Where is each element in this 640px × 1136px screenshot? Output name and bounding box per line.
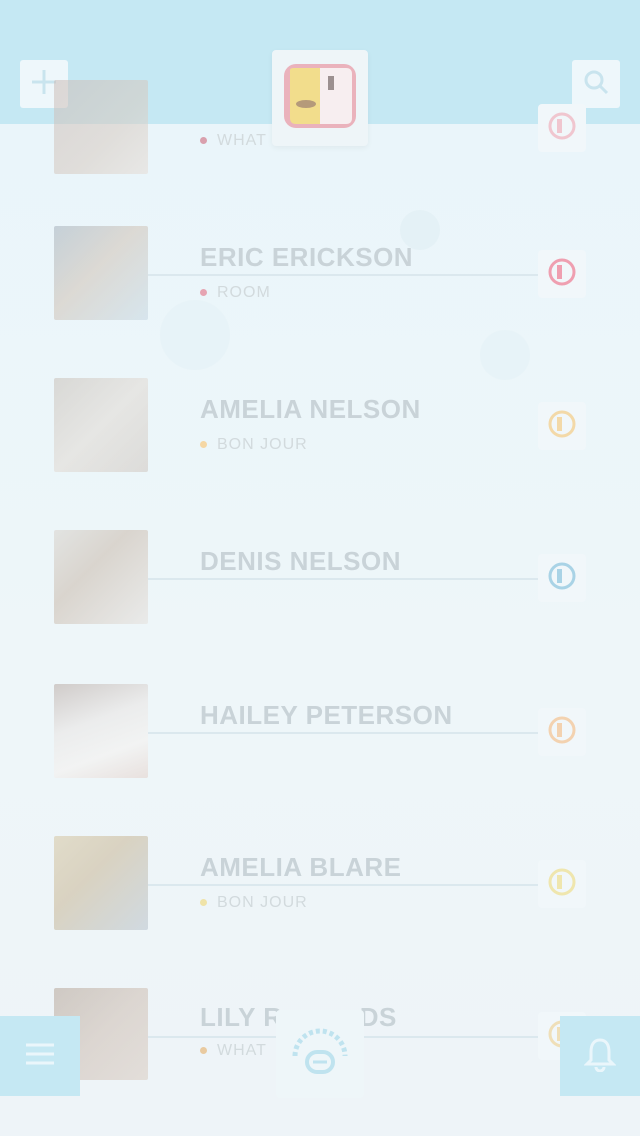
avatar	[54, 684, 148, 778]
status-dot	[200, 441, 207, 449]
hamburger-menu-icon	[24, 1040, 56, 1073]
avatar	[54, 80, 148, 174]
call-button[interactable]	[538, 554, 586, 602]
app-logo[interactable]	[272, 50, 368, 146]
avatar	[54, 530, 148, 624]
notifications-button[interactable]	[560, 1016, 640, 1096]
call-button[interactable]	[538, 402, 586, 450]
avatar	[54, 836, 148, 930]
contact-name: HAILEY PETERSON	[200, 700, 453, 730]
center-action-button[interactable]	[276, 1010, 364, 1098]
contact-name: AMELIA NELSON	[200, 394, 421, 424]
contact-row[interactable]: HAILEY PETERSON	[0, 684, 640, 804]
contact-status: BON JOUR	[200, 894, 308, 912]
contact-name: ERIC ERICKSON	[200, 242, 414, 272]
contact-status: ROOM	[200, 284, 271, 302]
status-dot	[200, 1047, 207, 1055]
contact-row[interactable]: AMELIA NELSON BON JOUR	[0, 378, 640, 498]
chat-bubble-icon	[547, 715, 577, 750]
call-button[interactable]	[538, 860, 586, 908]
call-button[interactable]	[538, 104, 586, 152]
row-divider	[148, 884, 538, 886]
app-logo-icon	[282, 58, 358, 139]
contact-row[interactable]: DENIS NELSON	[0, 530, 640, 650]
status-dot	[200, 137, 207, 145]
contact-row[interactable]: ERIC ERICKSON ROOM	[0, 226, 640, 346]
headset-icon	[285, 1022, 355, 1087]
row-divider	[148, 732, 538, 734]
contact-row[interactable]: AMELIA BLARE BON JOUR	[0, 836, 640, 956]
status-dot	[200, 899, 207, 907]
menu-button[interactable]	[0, 1016, 80, 1096]
avatar	[54, 378, 148, 472]
chat-bubble-icon	[547, 409, 577, 444]
bell-icon	[583, 1036, 617, 1077]
contact-name: AMELIA BLARE	[200, 852, 402, 882]
status-dot	[200, 289, 207, 297]
avatar	[54, 226, 148, 320]
chat-bubble-icon	[547, 867, 577, 902]
call-button[interactable]	[538, 250, 586, 298]
chat-bubble-icon	[547, 561, 577, 596]
row-divider	[148, 578, 538, 580]
row-divider	[148, 274, 538, 276]
contact-status: BON JOUR	[200, 436, 308, 454]
call-button[interactable]	[538, 708, 586, 756]
chat-bubble-icon	[547, 111, 577, 146]
chat-bubble-icon	[547, 257, 577, 292]
contact-name: DENIS NELSON	[200, 546, 402, 576]
